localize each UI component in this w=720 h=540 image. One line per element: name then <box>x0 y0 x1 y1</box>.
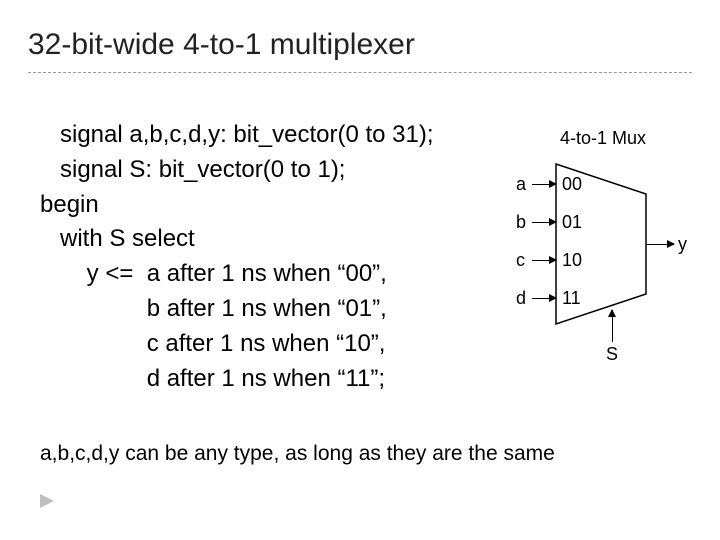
mux-diagram: 4-to-1 Mux a 00 b 01 c 10 d 11 y S <box>520 128 700 388</box>
footnote: a,b,c,d,y can be any type, as long as th… <box>40 442 555 466</box>
code-line: with S select <box>40 225 195 252</box>
code-line: c after 1 ns when “10”, <box>40 330 385 357</box>
code-line: signal S: bit_vector(0 to 1); <box>40 156 345 183</box>
mux-input-c: c <box>516 250 525 271</box>
mux-sel-00: 00 <box>562 174 582 195</box>
slide-root: 32-bit-wide 4-to-1 multiplexer signal a,… <box>0 0 720 540</box>
arrow-c <box>532 260 556 261</box>
arrow-s <box>612 310 613 342</box>
arrow-b <box>532 222 556 223</box>
slide-title: 32-bit-wide 4-to-1 multiplexer <box>28 28 415 62</box>
code-line: d after 1 ns when “11”; <box>40 365 385 392</box>
mux-input-b: b <box>516 212 526 233</box>
mux-sel-01: 01 <box>562 212 582 233</box>
mux-input-d: d <box>516 288 526 309</box>
mux-sel-10: 10 <box>562 250 582 271</box>
mux-output-y: y <box>678 234 687 255</box>
mux-sel-11: 11 <box>562 288 581 309</box>
mux-title: 4-to-1 Mux <box>560 128 646 149</box>
arrow-a <box>532 184 556 185</box>
mux-sel-s: S <box>606 344 618 365</box>
arrow-y <box>646 244 674 245</box>
code-line: y <= a after 1 ns when “00”, <box>40 260 387 287</box>
code-line: begin <box>40 191 99 218</box>
code-line: signal a,b,c,d,y: bit_vector(0 to 31); <box>40 121 434 148</box>
title-underline <box>28 72 692 73</box>
mux-input-a: a <box>516 174 526 195</box>
arrow-d <box>532 298 556 299</box>
bullet-icon <box>40 494 58 513</box>
code-block: signal a,b,c,d,y: bit_vector(0 to 31); s… <box>40 118 434 396</box>
code-line: b after 1 ns when “01”, <box>40 295 387 322</box>
